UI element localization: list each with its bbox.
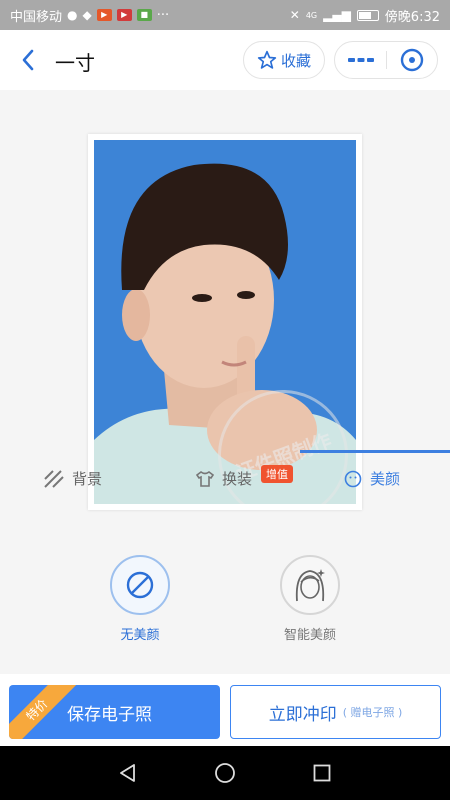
print-now-button[interactable]: 立即冲印 ( 赠电子照 ) [230, 685, 441, 739]
nav-back-icon[interactable] [108, 753, 148, 793]
signal-icon: ▂▄▆ [323, 8, 351, 22]
page-title: 一寸 [55, 51, 95, 75]
media-app-icon: ▶ [116, 9, 132, 21]
favorite-label: 收藏 [280, 51, 311, 70]
photo-preview-frame: 证件照制作 [88, 134, 362, 510]
nav-home-icon[interactable] [205, 753, 245, 793]
option-no-beauty[interactable]: 无美颜 [95, 555, 185, 643]
clock: 傍晚6:32 [384, 9, 440, 25]
option-no-beauty-label: 无美颜 [120, 628, 160, 643]
action-bar: 特价 保存电子照 立即冲印 ( 赠电子照 ) [0, 674, 450, 746]
option-smart-beauty-label: 智能美颜 [283, 628, 336, 643]
qq-icon: ◆ [82, 8, 92, 22]
shirt-icon [196, 470, 214, 487]
mini-program-capsule [334, 41, 438, 79]
print-now-sublabel: ( 赠电子照 ) [342, 706, 403, 719]
status-bar: 中国移动 ● ◆ ▶ ▶ ■ ··· ✕ 4G ▂▄▆ 傍晚6:32 [0, 0, 450, 30]
system-nav-bar [0, 746, 450, 800]
tab-background-label: 背景 [72, 470, 103, 488]
tab-indicator [300, 450, 450, 453]
back-arrow-icon[interactable] [12, 44, 44, 76]
girl-face-icon [295, 569, 325, 602]
app-header: 一寸 收藏 [0, 30, 450, 90]
tab-background[interactable]: 背景 [44, 468, 102, 489]
premium-badge: 增值 [261, 465, 293, 483]
tab-outfit-label: 换装 [222, 470, 253, 488]
option-no-beauty-circle [110, 555, 170, 615]
face-icon [344, 470, 362, 487]
option-smart-beauty-circle [280, 555, 340, 615]
tab-beauty-label: 美颜 [370, 470, 401, 488]
more-notifications-icon: ··· [156, 7, 170, 23]
save-digital-photo-label: 保存电子照 [67, 705, 152, 725]
carrier-label: 中国移动 [10, 9, 63, 25]
background-hatch-icon [44, 469, 64, 488]
video-app-icon: ▶ [96, 9, 112, 21]
option-smart-beauty[interactable]: 智能美颜 [265, 555, 355, 643]
save-digital-photo-button[interactable]: 特价 保存电子照 [9, 685, 220, 739]
tab-beauty[interactable]: 美颜 [344, 468, 400, 489]
mute-icon: ✕ [289, 8, 300, 22]
close-mini-program-icon[interactable] [387, 42, 437, 78]
favorite-button[interactable]: 收藏 [243, 41, 325, 79]
battery-icon [356, 9, 379, 21]
network-label: 4G [305, 10, 318, 20]
tab-outfit[interactable]: 换装 [196, 468, 252, 489]
wechat-icon: ● [67, 8, 78, 22]
star-icon [257, 50, 277, 69]
tv-app-icon: ■ [136, 9, 152, 21]
prohibited-icon [126, 571, 154, 599]
nav-recents-icon[interactable] [302, 753, 342, 793]
print-now-label: 立即冲印 [268, 704, 337, 725]
more-menu-icon[interactable] [335, 42, 386, 78]
